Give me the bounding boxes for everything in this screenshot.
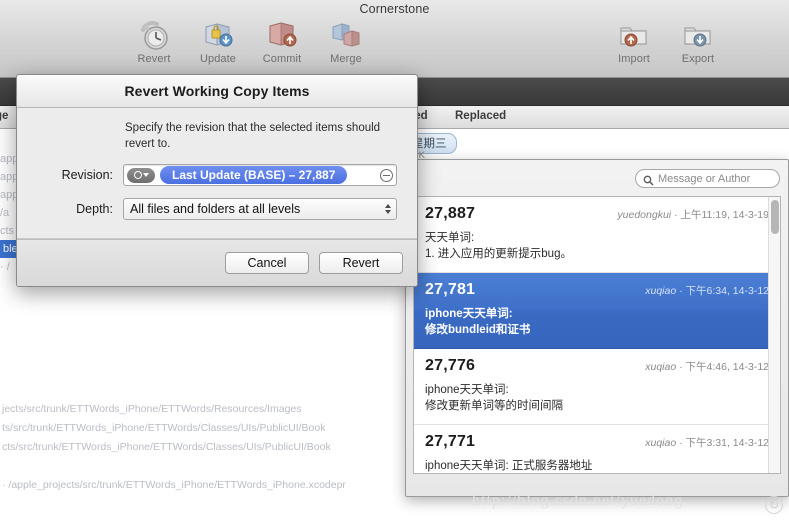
toolbar-label-update: Update (199, 53, 237, 65)
file-path-row: ts/src/trunk/ETTWords_iPhone/ETTWords/Cl… (2, 422, 326, 434)
revision-author: xuqiao (645, 361, 677, 373)
revision-meta: xuqiao · 下午4:46, 14-3-12 (645, 361, 769, 373)
import-folder-icon (617, 18, 651, 52)
revision-list-scrollbar[interactable] (768, 197, 780, 473)
revision-number: 27,776 (425, 357, 476, 374)
revision-list-item-selected[interactable]: 27,781 xuqiao · 下午6:34, 14-3-12 iphone天天… (414, 273, 780, 349)
revision-message: 天天单词: 1. 进入应用的更新提示bug。 (425, 230, 769, 262)
revision-timestamp: 下午3:31, 14-3-12 (685, 437, 769, 449)
commit-box-icon (265, 18, 299, 52)
revert-clock-icon (137, 18, 171, 52)
toolbar-label-export: Export (681, 53, 715, 65)
sheet-titlebar: Revert Working Copy Items (17, 75, 417, 108)
toolbar-label-commit: Commit (262, 53, 302, 65)
revision-meta: xuqiao · 下午6:34, 14-3-12 (645, 285, 769, 297)
toolbar-button-update[interactable]: Update (192, 18, 244, 65)
sheet-footer: Cancel Revert (17, 239, 417, 286)
revision-chooser-icon[interactable] (127, 167, 155, 183)
revision-timestamp: 下午6:34, 14-3-12 (685, 285, 769, 297)
search-input[interactable]: Message or Author (635, 169, 780, 188)
revision-search-container: Message or Author (635, 169, 780, 188)
revision-message-line: 修改bundleid和证书 (425, 324, 531, 336)
toolbar-button-merge[interactable]: Merge (320, 18, 372, 65)
background-file-path-list: jects/src/trunk/ETTWords_iPhone/ETTWords… (0, 400, 430, 495)
toolbar-label-merge: Merge (330, 53, 362, 65)
file-path-row (0, 457, 430, 476)
toolbar-label-revert: Revert (137, 53, 171, 65)
chevron-down-icon (385, 210, 391, 214)
revert-button[interactable]: Revert (319, 252, 403, 274)
file-path-row: cts/src/trunk/ETTWords_iPhone/ETTWords/C… (2, 441, 331, 453)
revision-message: iphone天天单词: 正式服务器地址 (425, 458, 769, 473)
revision-token-field[interactable]: Last Update (BASE) – 27,887 (123, 164, 397, 186)
file-path-row: · /apple_projects/src/trunk/ETTWords_iPh… (2, 479, 346, 491)
revision-row-header: 27,776 xuqiao · 下午4:46, 14-3-12 (425, 357, 769, 375)
revert-dialog-sheet: Revert Working Copy Items Specify the re… (16, 74, 418, 287)
application-toolbar: Cornerstone Revert Update Commit Merge I… (0, 0, 789, 78)
toolbar-button-import[interactable]: Import (608, 18, 660, 65)
search-icon (643, 173, 654, 186)
depth-select[interactable]: All files and folders at all levels (123, 198, 397, 220)
watermark-text: http://blog.csdn.net/yuedong (472, 492, 684, 509)
merge-boxes-icon (329, 18, 363, 52)
screenshot-root: appli appl app /a cts ble · / jects/src/… (0, 0, 789, 520)
revision-message: iphone天天单词: 修改更新单词等的时间间隔 (425, 382, 769, 414)
revision-message: iphone天天单词: 修改bundleid和证书 (425, 306, 769, 338)
target-dot-icon (133, 171, 142, 179)
sheet-body: Specify the revision that the selected i… (17, 108, 417, 240)
revision-row-header: 27,771 xuqiao · 下午3:31, 14-3-12 (425, 433, 769, 451)
revision-author: yuedongkui (617, 209, 672, 221)
revision-browser-popover: Message or Author 27,887 yuedongkui · 上午… (405, 159, 789, 497)
revision-token-value[interactable]: Last Update (BASE) – 27,887 (160, 166, 348, 184)
depth-form-row: Depth: All files and folders at all leve… (37, 198, 397, 220)
search-placeholder-text: Message or Author (658, 172, 751, 185)
sheet-title: Revert Working Copy Items (124, 83, 310, 99)
filter-changed[interactable]: nge (0, 110, 8, 122)
revision-list-item[interactable]: 27,771 xuqiao · 下午3:31, 14-3-12 iphone天天… (414, 425, 780, 473)
revision-meta: xuqiao · 下午3:31, 14-3-12 (645, 437, 769, 449)
update-box-icon (201, 18, 235, 52)
depth-select-value: All files and folders at all levels (130, 202, 301, 216)
revision-author: xuqiao (645, 437, 677, 449)
revision-row-header: 27,781 xuqiao · 下午6:34, 14-3-12 (425, 281, 769, 299)
revision-number: 27,887 (425, 205, 476, 222)
revision-message-line: 修改更新单词等的时间间隔 (425, 400, 563, 412)
revision-message-line: iphone天天单词: (425, 384, 509, 396)
app-title: Cornerstone (359, 2, 430, 16)
chevron-down-icon (142, 173, 149, 177)
revision-number: 27,771 (425, 433, 476, 450)
toolbar-group-left: Revert Update Commit Merge (128, 18, 372, 65)
revision-message-line: iphone天天单词: 正式服务器地址 (425, 460, 593, 472)
chevron-updown-icon (385, 204, 391, 214)
file-path-row: jects/src/trunk/ETTWords_iPhone/ETTWords… (2, 403, 302, 415)
cancel-button[interactable]: Cancel (225, 252, 309, 274)
toolbar-label-import: Import (618, 53, 650, 65)
depth-field-label: Depth: (76, 202, 113, 216)
toolbar-group-right: Import Export (608, 18, 724, 65)
toolbar-button-revert[interactable]: Revert (128, 18, 180, 65)
revision-field-label: Revision: (61, 168, 113, 182)
revision-list[interactable]: 27,887 yuedongkui · 上午11:19, 14-3-19 天天单… (413, 196, 781, 474)
revision-row-header: 27,887 yuedongkui · 上午11:19, 14-3-19 (425, 205, 769, 223)
revision-author: xuqiao (645, 285, 677, 297)
scrollbar-thumb[interactable] (771, 200, 779, 234)
toolbar-button-commit[interactable]: Commit (256, 18, 308, 65)
revision-number: 27,781 (425, 281, 476, 298)
export-folder-icon (681, 18, 715, 52)
revision-meta: yuedongkui · 上午11:19, 14-3-19 (617, 209, 769, 221)
revision-list-item[interactable]: 27,887 yuedongkui · 上午11:19, 14-3-19 天天单… (414, 197, 780, 273)
watermark-badge-icon: ↻ (765, 496, 783, 514)
revision-message-line: 天天单词: (425, 232, 475, 244)
filter-replaced[interactable]: Replaced (455, 110, 506, 122)
revision-list-item[interactable]: 27,776 xuqiao · 下午4:46, 14-3-12 iphone天天… (414, 349, 780, 425)
revision-timestamp: 下午4:46, 14-3-12 (685, 361, 769, 373)
revision-browser-button-icon[interactable] (380, 168, 393, 182)
revision-message-line: iphone天天单词: (425, 308, 513, 320)
toolbar-button-export[interactable]: Export (672, 18, 724, 65)
revision-form-row: Revision: Last Update (BASE) – 27,887 (37, 164, 397, 186)
revision-timestamp: 上午11:19, 14-3-19 (680, 209, 769, 221)
sheet-description: Specify the revision that the selected i… (125, 122, 381, 150)
revision-message-line: 1. 进入应用的更新提示bug。 (425, 248, 572, 260)
chevron-up-icon (385, 204, 391, 208)
